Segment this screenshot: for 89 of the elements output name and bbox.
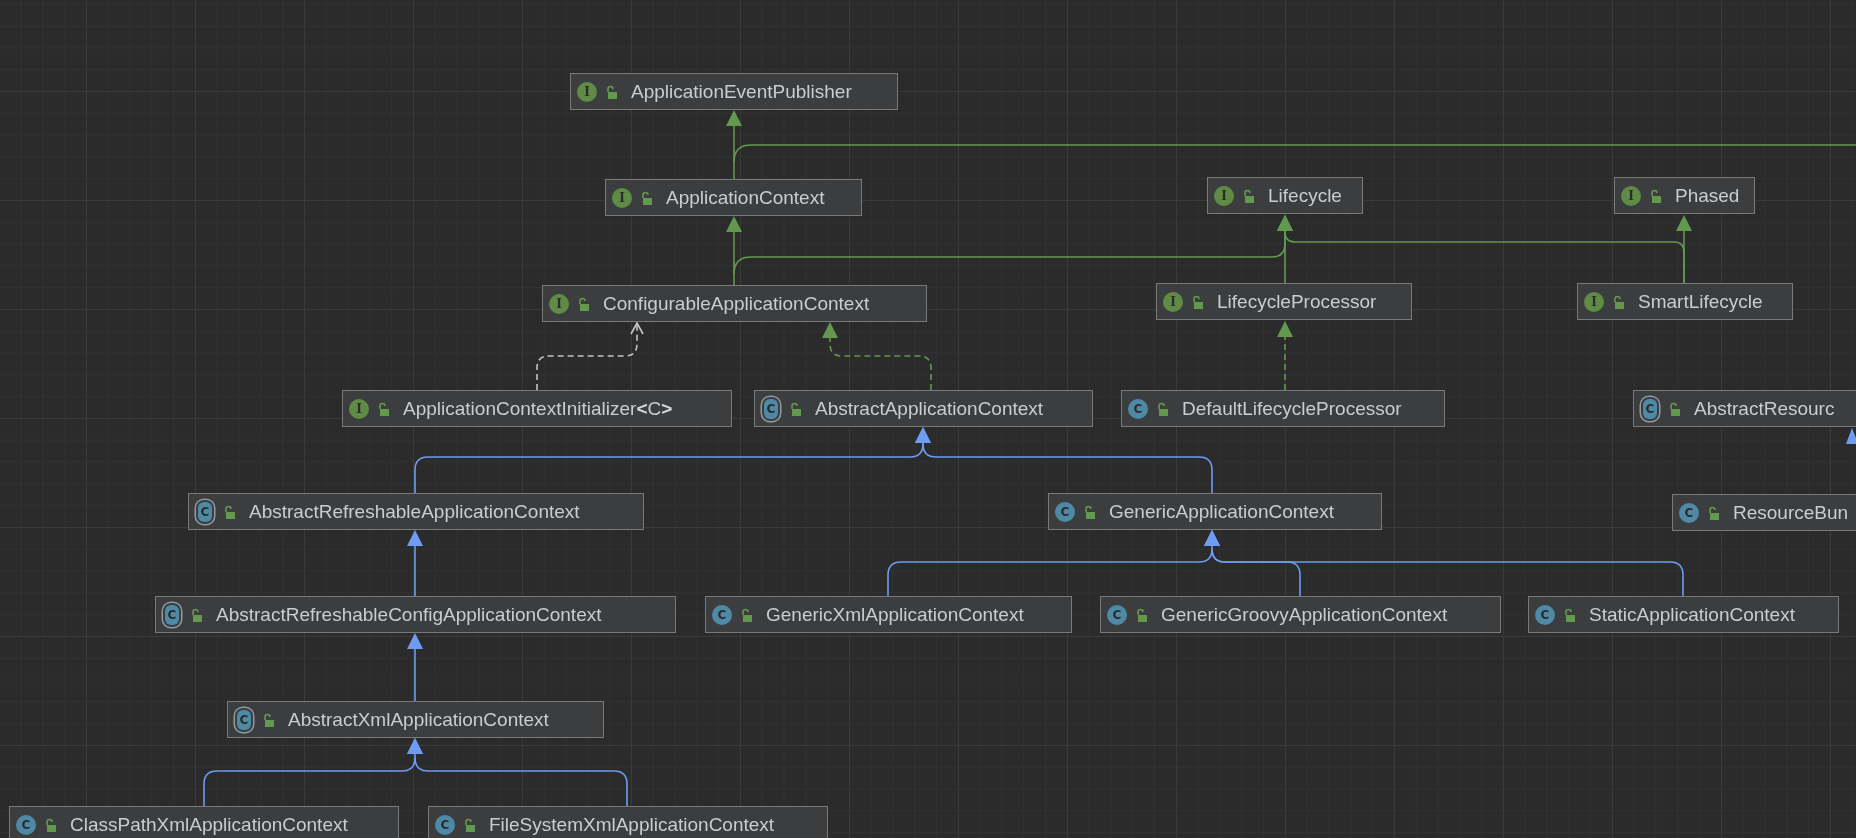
class-name: DefaultLifecycleProcessor [1182, 397, 1402, 420]
lock-icon [789, 401, 801, 416]
type-badge: I [577, 81, 597, 102]
lock-icon [1083, 504, 1095, 519]
class-node[interactable]: C FileSystemXmlApplicationContext [428, 806, 828, 838]
type-badge: C [435, 814, 455, 835]
class-node[interactable]: C ClassPathXmlApplicationContext [9, 806, 399, 838]
type-badge: I [1214, 185, 1234, 206]
class-node[interactable]: I Lifecycle [1207, 177, 1363, 214]
class-name: AbstractApplicationContext [815, 397, 1044, 420]
class-node[interactable]: C GenericGroovyApplicationContext [1100, 596, 1501, 633]
lock-icon [1707, 505, 1719, 520]
type-badge: C [198, 501, 212, 522]
class-node[interactable]: C AbstractApplicationContext [754, 390, 1093, 427]
lock-icon [740, 607, 752, 622]
class-name: SmartLifecycle [1638, 290, 1763, 313]
implementation-arrow [1277, 321, 1293, 391]
class-name: ResourceBun [1733, 501, 1849, 524]
class-node[interactable]: C GenericApplicationContext [1048, 493, 1382, 530]
type-badge: C [764, 398, 778, 419]
lock-icon [1563, 607, 1575, 622]
lock-icon [605, 84, 617, 99]
type-badge: C [1643, 398, 1657, 419]
type-badge: C [1535, 604, 1555, 625]
lock-icon [1612, 294, 1624, 309]
class-node[interactable]: I ApplicationEventPublisher [570, 73, 898, 110]
lock-icon [223, 504, 235, 519]
type-badge: C [1679, 502, 1699, 523]
class-name: AbstractRefreshableConfigApplicationContext [216, 603, 602, 626]
class-node[interactable]: C ResourceBun [1672, 494, 1856, 531]
lock-icon [377, 401, 389, 416]
type-badge: C [165, 604, 179, 625]
class-node[interactable]: I SmartLifecycle [1577, 283, 1793, 320]
type-badge: C [1107, 604, 1127, 625]
inheritance-arrow [726, 110, 742, 180]
lock-icon [1191, 294, 1203, 309]
lock-icon [262, 712, 274, 727]
lock-icon [463, 817, 475, 832]
class-node[interactable]: C AbstractRefreshableConfigApplicationContext [155, 596, 676, 633]
class-name: ClassPathXmlApplicationContext [70, 813, 348, 836]
class-node[interactable]: I LifecycleProcessor [1156, 283, 1412, 320]
class-name: AbstractXmlApplicationContext [288, 708, 549, 731]
class-node[interactable]: I ApplicationContextInitializer<C> [342, 390, 732, 427]
class-node[interactable]: C AbstractXmlApplicationContext [227, 701, 604, 738]
class-node[interactable]: I ApplicationContext [605, 179, 862, 216]
class-node[interactable]: C AbstractResourc [1633, 390, 1856, 427]
class-name: Lifecycle [1268, 184, 1342, 207]
class-node[interactable]: C StaticApplicationContext [1528, 596, 1839, 633]
class-node[interactable]: I Phased [1614, 177, 1755, 214]
type-badge: I [349, 398, 369, 419]
type-badge: I [549, 293, 569, 314]
class-node[interactable]: I ConfigurableApplicationContext [542, 285, 927, 322]
type-badge: C [16, 814, 36, 835]
type-badge: I [1163, 291, 1183, 312]
lock-icon [190, 607, 202, 622]
type-badge: C [1128, 398, 1148, 419]
inheritance-arrow [1846, 428, 1856, 444]
class-name: ApplicationEventPublisher [631, 80, 852, 103]
lock-icon [1668, 401, 1680, 416]
class-name: ApplicationContext [666, 186, 825, 209]
type-badge: I [1621, 185, 1641, 206]
class-name: AbstractResourc [1694, 397, 1835, 420]
type-badge: C [237, 709, 251, 730]
class-node[interactable]: C GenericXmlApplicationContext [705, 596, 1072, 633]
class-name: LifecycleProcessor [1217, 290, 1377, 313]
type-badge: C [712, 604, 732, 625]
lock-icon [1649, 188, 1661, 203]
type-badge: C [1055, 501, 1075, 522]
class-node[interactable]: C AbstractRefreshableApplicationContext [188, 493, 644, 530]
lock-icon [640, 190, 652, 205]
class-name: GenericXmlApplicationContext [766, 603, 1024, 626]
lock-icon [577, 296, 589, 311]
class-name: AbstractRefreshableApplicationContext [249, 500, 580, 523]
type-badge: I [612, 187, 632, 208]
class-name: GenericApplicationContext [1109, 500, 1334, 523]
class-name: StaticApplicationContext [1589, 603, 1795, 626]
class-node[interactable]: C DefaultLifecycleProcessor [1121, 390, 1445, 427]
lock-icon [1242, 188, 1254, 203]
class-name: ApplicationContextInitializer<C> [403, 397, 673, 420]
class-name: ConfigurableApplicationContext [603, 292, 870, 315]
inheritance-arrow [407, 530, 423, 597]
class-name: Phased [1675, 184, 1740, 207]
lock-icon [44, 817, 56, 832]
class-name: FileSystemXmlApplicationContext [489, 813, 775, 836]
class-name: GenericGroovyApplicationContext [1161, 603, 1448, 626]
lock-icon [1156, 401, 1168, 416]
type-badge: I [1584, 291, 1604, 312]
lock-icon [1135, 607, 1147, 622]
inheritance-arrow [407, 633, 423, 702]
